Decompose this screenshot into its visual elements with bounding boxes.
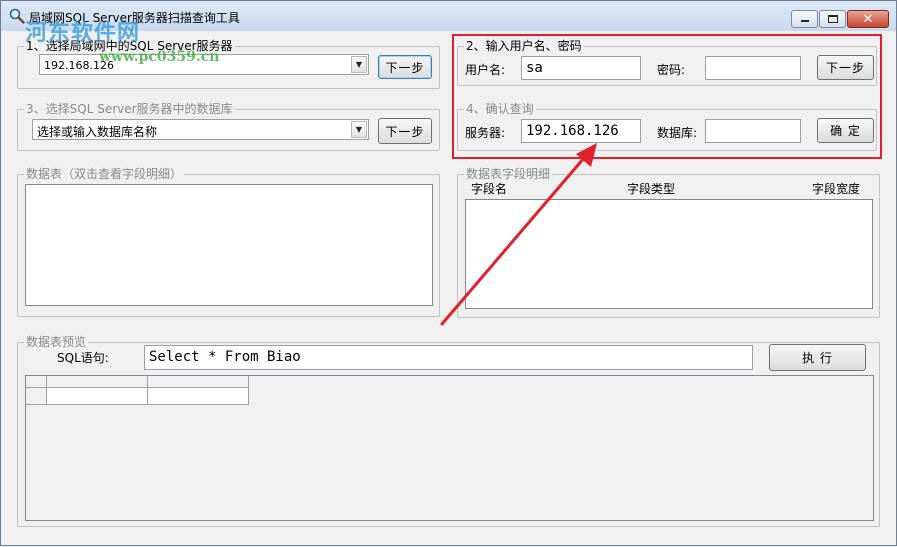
main-window: 局域网SQL Server服务器扫描查询工具 ✕ 河东软件网 www.pc035… (0, 0, 897, 546)
annotation-arrow (440, 143, 597, 326)
